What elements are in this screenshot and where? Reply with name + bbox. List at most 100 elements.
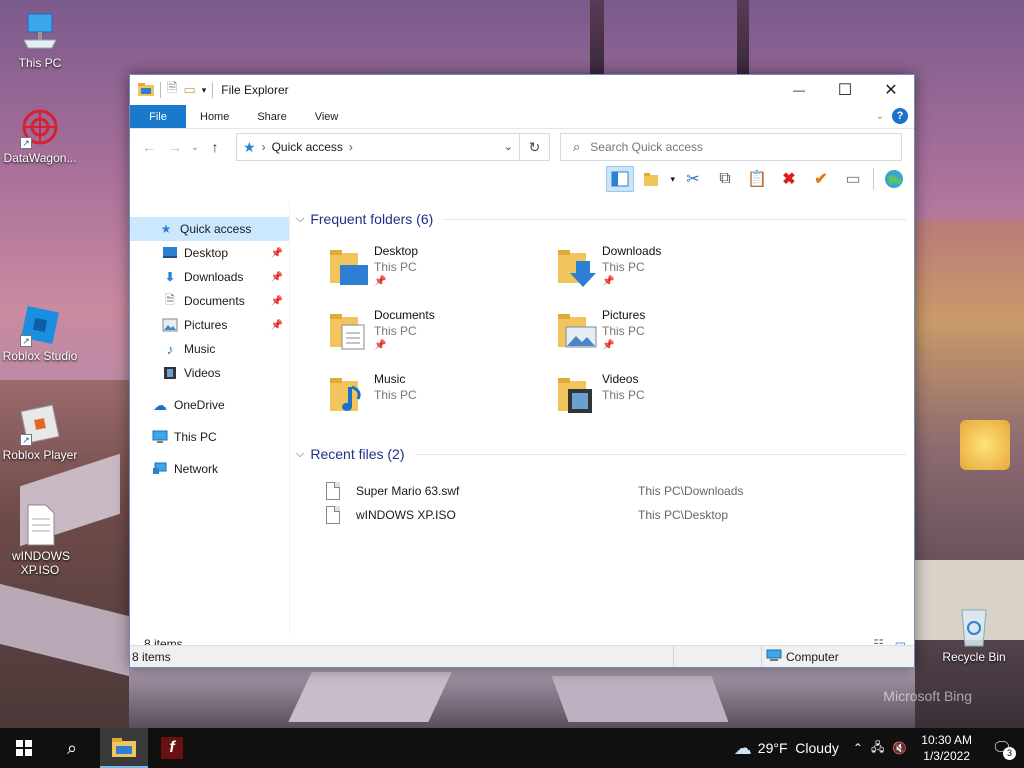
tab-home[interactable]: Home [186, 105, 243, 128]
folder-location: This PC [602, 388, 645, 402]
chevron-down-icon[interactable]: ▾ [670, 174, 675, 185]
pin-icon: 📌 [602, 276, 615, 287]
explorer-body: ★ Quick access Desktop 📌 ⬇ Downloads 📌 🗎… [130, 201, 914, 633]
tab-view[interactable]: View [301, 105, 353, 128]
address-bar[interactable]: ★ › Quick access › ⌄ ↻ [236, 133, 550, 161]
folder-name: Music [374, 372, 406, 386]
folder-name: Downloads [602, 244, 662, 258]
sidebar-item-this-pc[interactable]: This PC [130, 425, 289, 449]
rename-button[interactable]: ▭ [839, 166, 867, 192]
quick-access-toolbar: 🗎 ▭ ▾ [130, 79, 214, 101]
volume-muted-icon[interactable]: 🔇 [892, 741, 907, 755]
chevron-down-icon[interactable]: ⌵ [296, 448, 304, 461]
sidebar-item-pictures[interactable]: Pictures 📌 [130, 313, 289, 337]
forward-button[interactable]: → [162, 139, 188, 155]
folder-icon [138, 82, 154, 99]
desktop-icon-this-pc[interactable]: This PC [0, 10, 80, 70]
chevron-right-icon[interactable]: › [262, 140, 266, 154]
sidebar-item-label: This PC [174, 430, 217, 444]
paste-button[interactable]: 📋 [743, 166, 771, 192]
maximize-button[interactable]: ☐ [822, 75, 868, 105]
recent-files-header[interactable]: ⌵ Recent files (2) [296, 446, 906, 462]
sidebar-item-videos[interactable]: Videos [130, 361, 289, 385]
chevron-down-icon[interactable]: ⌵ [296, 213, 304, 226]
folder-tile-pictures[interactable]: Pictures This PC 📌 [556, 307, 776, 363]
desktop-icon-roblox-studio[interactable]: ↗ Roblox Studio [0, 303, 80, 363]
help-icon[interactable]: ? [892, 108, 908, 124]
documents-folder-icon [328, 307, 372, 355]
folder-tile-videos[interactable]: Videos This PC [556, 371, 776, 427]
file-icon [18, 503, 62, 547]
taskbar: ⌕ f ☁ 29°F Cloudy ⌃ 🖧 🔇 10:30 AM 1/3/202… [0, 728, 1024, 768]
taskbar-flash-player[interactable]: f [148, 728, 196, 768]
minimize-button[interactable]: — [776, 75, 822, 105]
checkmark-button[interactable]: ✔ [807, 166, 835, 192]
desktop-icon-windows-xp-iso[interactable]: wINDOWS XP.ISO [0, 503, 80, 577]
desktop-icon-roblox-player[interactable]: ↗ Roblox Player [0, 402, 80, 462]
shortcut-arrow-icon: ↗ [20, 434, 32, 446]
up-button[interactable]: ↑ [202, 139, 228, 155]
chevron-up-icon[interactable]: ⌃ [853, 741, 863, 755]
tab-file[interactable]: File [130, 105, 186, 128]
chevron-down-icon[interactable]: ⌄ [504, 140, 513, 153]
sidebar-item-quick-access[interactable]: ★ Quick access [130, 217, 289, 241]
new-folder-button[interactable] [638, 166, 666, 192]
sidebar-item-label: Network [174, 462, 219, 476]
desktop-icon-recycle-bin[interactable]: Recycle Bin [934, 604, 1014, 664]
desktop-folder-icon [328, 243, 372, 291]
sidebar-item-label: Desktop [184, 246, 229, 260]
globe-icon[interactable] [880, 166, 908, 192]
sidebar-item-desktop[interactable]: Desktop 📌 [130, 241, 289, 265]
close-button[interactable]: ✕ [868, 75, 914, 105]
customize-toolbar-icon[interactable]: ▾ [202, 85, 207, 96]
sidebar-item-label: Downloads [184, 270, 244, 284]
sidebar-item-network[interactable]: Network [130, 457, 289, 481]
properties-icon[interactable]: 🗎 [167, 79, 177, 101]
folder-tile-downloads[interactable]: Downloads This PC 📌 [556, 243, 776, 299]
back-button[interactable]: ← [136, 139, 162, 155]
recent-file-row[interactable]: Super Mario 63.swf This PC\Downloads [326, 479, 786, 503]
notifications-button[interactable]: 🗨 3 [980, 728, 1024, 768]
desktop-icon-datawagon[interactable]: ↗ DataWagon... [0, 105, 80, 165]
recent-file-row[interactable]: wINDOWS XP.ISO This PC\Desktop [326, 503, 786, 527]
section-title: Recent files (2) [310, 446, 405, 462]
search-button[interactable]: ⌕ [48, 728, 96, 768]
folder-tile-desktop[interactable]: Desktop This PC 📌 [328, 243, 548, 299]
frequent-folders-header[interactable]: ⌵ Frequent folders (6) [296, 211, 906, 227]
chevron-right-icon[interactable]: › [349, 140, 353, 154]
computer-icon [18, 10, 62, 54]
sidebar-item-downloads[interactable]: ⬇ Downloads 📌 [130, 265, 289, 289]
address-text[interactable]: Quick access [272, 140, 343, 154]
windows-logo-icon [16, 740, 32, 756]
search-input[interactable]: Search Quick access [590, 140, 703, 154]
file-path: This PC\Desktop [638, 508, 729, 522]
start-button[interactable] [0, 728, 48, 768]
datawagon-icon: ↗ [18, 105, 62, 149]
taskbar-file-explorer[interactable] [100, 728, 148, 768]
search-box[interactable]: ⌕ Search Quick access [560, 133, 902, 161]
sidebar-item-documents[interactable]: 🗎 Documents 📌 [130, 289, 289, 313]
clock[interactable]: 10:30 AM 1/3/2022 [921, 732, 972, 764]
sidebar-item-label: Pictures [184, 318, 228, 332]
copy-button[interactable]: ⧉ [711, 166, 739, 192]
folder-tile-documents[interactable]: Documents This PC 📌 [328, 307, 548, 363]
expand-ribbon-icon[interactable]: ⌄ [876, 111, 884, 122]
cut-button[interactable]: ✂ [679, 166, 707, 192]
weather-text[interactable]: 29°F Cloudy [758, 740, 839, 756]
cloud-icon[interactable]: ☁ [734, 738, 752, 759]
sidebar-item-music[interactable]: ♪ Music [130, 337, 289, 361]
new-folder-icon[interactable]: ▭ [183, 82, 195, 98]
tab-share[interactable]: Share [243, 105, 300, 128]
pin-icon: 📌 [270, 247, 283, 259]
sidebar-item-onedrive[interactable]: ☁ OneDrive [130, 393, 289, 417]
refresh-button[interactable]: ↻ [519, 134, 549, 160]
folder-tile-music[interactable]: Music This PC [328, 371, 548, 427]
roblox-player-icon: ↗ [18, 402, 62, 446]
recent-locations-button[interactable]: ⌄ [188, 142, 202, 153]
network-icon[interactable]: 🖧 [871, 738, 884, 759]
preview-pane-button[interactable] [606, 166, 635, 192]
computer-icon [152, 429, 168, 445]
downloads-folder-icon [556, 243, 600, 291]
file-name: Super Mario 63.swf [356, 484, 460, 498]
delete-button[interactable]: ✖ [775, 166, 803, 192]
